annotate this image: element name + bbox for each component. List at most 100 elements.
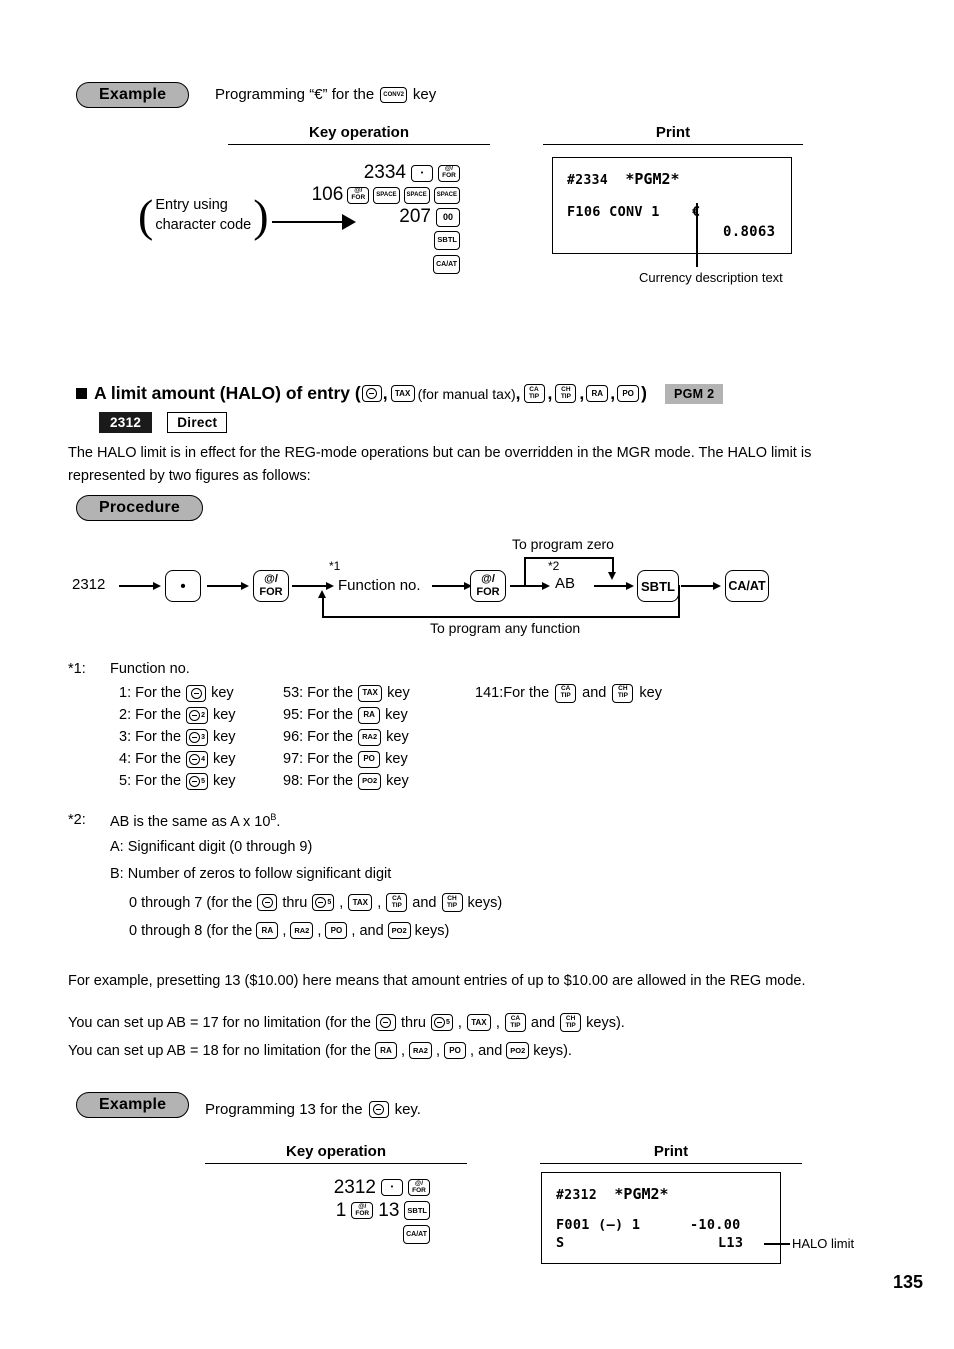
footnote2-line4-prefix: 0 through 7 (for the bbox=[129, 894, 253, 911]
conv2-key-icon: CONV2 bbox=[380, 86, 407, 103]
and-word: , and bbox=[470, 1042, 503, 1059]
function-no-label: 3: For the bbox=[119, 729, 182, 745]
tax-key-icon: TAX bbox=[390, 385, 415, 402]
receipt1-rate: 0.8063 bbox=[723, 224, 776, 240]
flow-arrow-4-line bbox=[432, 585, 466, 587]
example1-callout-label: Currency description text bbox=[639, 270, 783, 285]
section-badges: 2312 Direct bbox=[99, 412, 228, 433]
key-row2-number2: 13 bbox=[378, 1199, 400, 1221]
flow-function-no-label: Function no. bbox=[338, 577, 421, 594]
key-word: key bbox=[385, 751, 408, 767]
receipt2-line1-left: #2312 bbox=[556, 1188, 598, 1203]
receipt1-line1-right: *PGM2* bbox=[625, 170, 680, 188]
key-row2-number1: 1 bbox=[335, 1199, 347, 1221]
direct-badge: Direct bbox=[167, 412, 228, 433]
key-word: key bbox=[212, 773, 236, 789]
page-number: 135 bbox=[893, 1272, 924, 1292]
example1-callout-line bbox=[696, 203, 698, 267]
po-key-icon: PO bbox=[358, 750, 381, 768]
key-word: key bbox=[386, 729, 409, 745]
footnote2-line1-end: . bbox=[276, 813, 281, 830]
annotation-line1: Entry using bbox=[155, 197, 228, 213]
key-row-1: 2312 • @/FOR bbox=[280, 1176, 430, 1199]
key-row-1: 2334 • @/FOR bbox=[300, 162, 460, 184]
footnote1-marker: *1: bbox=[68, 661, 86, 677]
double-zero-key-icon: 00 bbox=[436, 207, 460, 227]
function-list-item: 141:For the CA TIP and CH TIP key bbox=[475, 682, 662, 704]
receipt2-line3-right: L13 bbox=[718, 1235, 744, 1251]
ra-key-icon: RA bbox=[358, 706, 381, 724]
ra2-key-icon: RA2 bbox=[408, 1042, 432, 1059]
annotation-arrow-head bbox=[342, 214, 356, 230]
example2-print-box: #2312 *PGM2* F001 (—) 1 -10.00 S L13 bbox=[541, 1172, 781, 1264]
function-no-label: 5: For the bbox=[119, 773, 182, 789]
po2-key-icon: PO2 bbox=[387, 922, 411, 939]
po-key-icon: PO bbox=[444, 1042, 467, 1059]
space-key-icon: SPACE bbox=[403, 186, 430, 204]
key-row1-number: 2334 bbox=[363, 162, 406, 183]
flow-label-program-zero: To program zero bbox=[512, 536, 614, 552]
key-row-3: 207 00 bbox=[300, 206, 460, 228]
footnote2-line2: A: Significant digit (0 through 9) bbox=[110, 839, 313, 855]
flow-arrow-5-head bbox=[542, 581, 550, 590]
ch-tip-key-icon: CH TIP bbox=[441, 893, 463, 912]
and-word: , and bbox=[351, 922, 384, 939]
explain-paragraph-3: You can set up AB = 18 for no limitation… bbox=[68, 1042, 572, 1059]
at-for-key-icon: @/FOR bbox=[408, 1179, 430, 1196]
footnote1-title: Function no. bbox=[110, 661, 190, 677]
function-list-item: 97: For the PO key bbox=[283, 748, 410, 770]
key-row-5: CA/AT bbox=[300, 252, 460, 276]
ra-key-icon: RA bbox=[374, 1042, 397, 1059]
footnote1-column-1: 1: For the key 2: For the 2 key 3: For t… bbox=[119, 682, 236, 792]
minus2-key-icon: 2 bbox=[186, 706, 208, 724]
footnote2-line1: AB is the same as A x 10B. bbox=[110, 812, 280, 830]
flow-zero-branch-arrowhead bbox=[608, 572, 616, 580]
function-no-label: 95: For the bbox=[283, 707, 354, 723]
key-word: key bbox=[386, 773, 409, 789]
example1-print-header: Print bbox=[543, 124, 803, 145]
at-for-key-icon: @/FOR bbox=[438, 164, 460, 182]
flow-at-for-key-icon-1: @/FOR bbox=[253, 570, 289, 602]
footnote2-line5-prefix: 0 through 8 (for the bbox=[129, 922, 253, 939]
function-list-item: 5: For the 5 key bbox=[119, 770, 236, 792]
receipt2-line2-right: -10.00 bbox=[690, 1217, 741, 1233]
example2-pill-label: Example bbox=[76, 1092, 190, 1118]
flow-loop-horiz bbox=[322, 616, 680, 618]
pgm2-badge: PGM 2 bbox=[664, 383, 724, 404]
explain-paragraph-2: You can set up AB = 17 for no limitation… bbox=[68, 1013, 625, 1032]
annotation-arrow-line bbox=[272, 221, 344, 223]
flow-arrow-3-line bbox=[292, 585, 328, 587]
example1-annotation: ( Entry using character code ) bbox=[138, 189, 269, 241]
flow-arrow-6-head bbox=[626, 581, 634, 590]
flow-ab-label: AB bbox=[555, 575, 576, 592]
section-title: A limit amount (HALO) of entry ( bbox=[94, 383, 361, 403]
function-no-label: 53: For the bbox=[283, 685, 354, 701]
flow-zero-branch-left-vert bbox=[524, 557, 526, 585]
key-word: key bbox=[639, 685, 662, 701]
paren-close: ) bbox=[253, 189, 269, 241]
example2-callout-line bbox=[764, 1243, 790, 1245]
flow-loop-left-vert bbox=[322, 598, 324, 616]
flow-start-number: 2312 bbox=[72, 576, 106, 593]
at-for-key-icon: @/FOR bbox=[351, 1202, 374, 1219]
thru-word: thru bbox=[282, 894, 308, 911]
procedure-pill-label: Procedure bbox=[76, 495, 203, 521]
explain-paragraph-1: For example, presetting 13 ($10.00) here… bbox=[68, 973, 806, 989]
receipt2-line1-right: *PGM2* bbox=[614, 1185, 669, 1203]
function-no-label: 96: For the bbox=[283, 729, 354, 745]
decimal-point-key-icon: • bbox=[381, 1179, 403, 1196]
flow-sbtl-key-icon: SBTL bbox=[637, 570, 679, 602]
footnote2-line5: 0 through 8 (for the RA , RA2 , PO , and… bbox=[129, 922, 450, 939]
po-key-icon: PO bbox=[617, 385, 640, 402]
minus5-key-icon: 5 bbox=[312, 894, 335, 911]
keys-word: keys) bbox=[467, 894, 503, 911]
keys-word: keys). bbox=[586, 1014, 625, 1031]
key-word: key bbox=[212, 729, 236, 745]
minus-key-icon bbox=[257, 894, 278, 911]
sep: , bbox=[547, 383, 553, 403]
ra-key-icon: RA bbox=[586, 385, 609, 402]
ra2-key-icon: RA2 bbox=[290, 922, 314, 939]
ch-tip-key-icon: CH TIP bbox=[555, 384, 577, 403]
example1-print-box: #2334 *PGM2* F106 CONV 1 € 0.8063 bbox=[552, 157, 792, 254]
example2-desc-suffix: key. bbox=[394, 1101, 421, 1118]
